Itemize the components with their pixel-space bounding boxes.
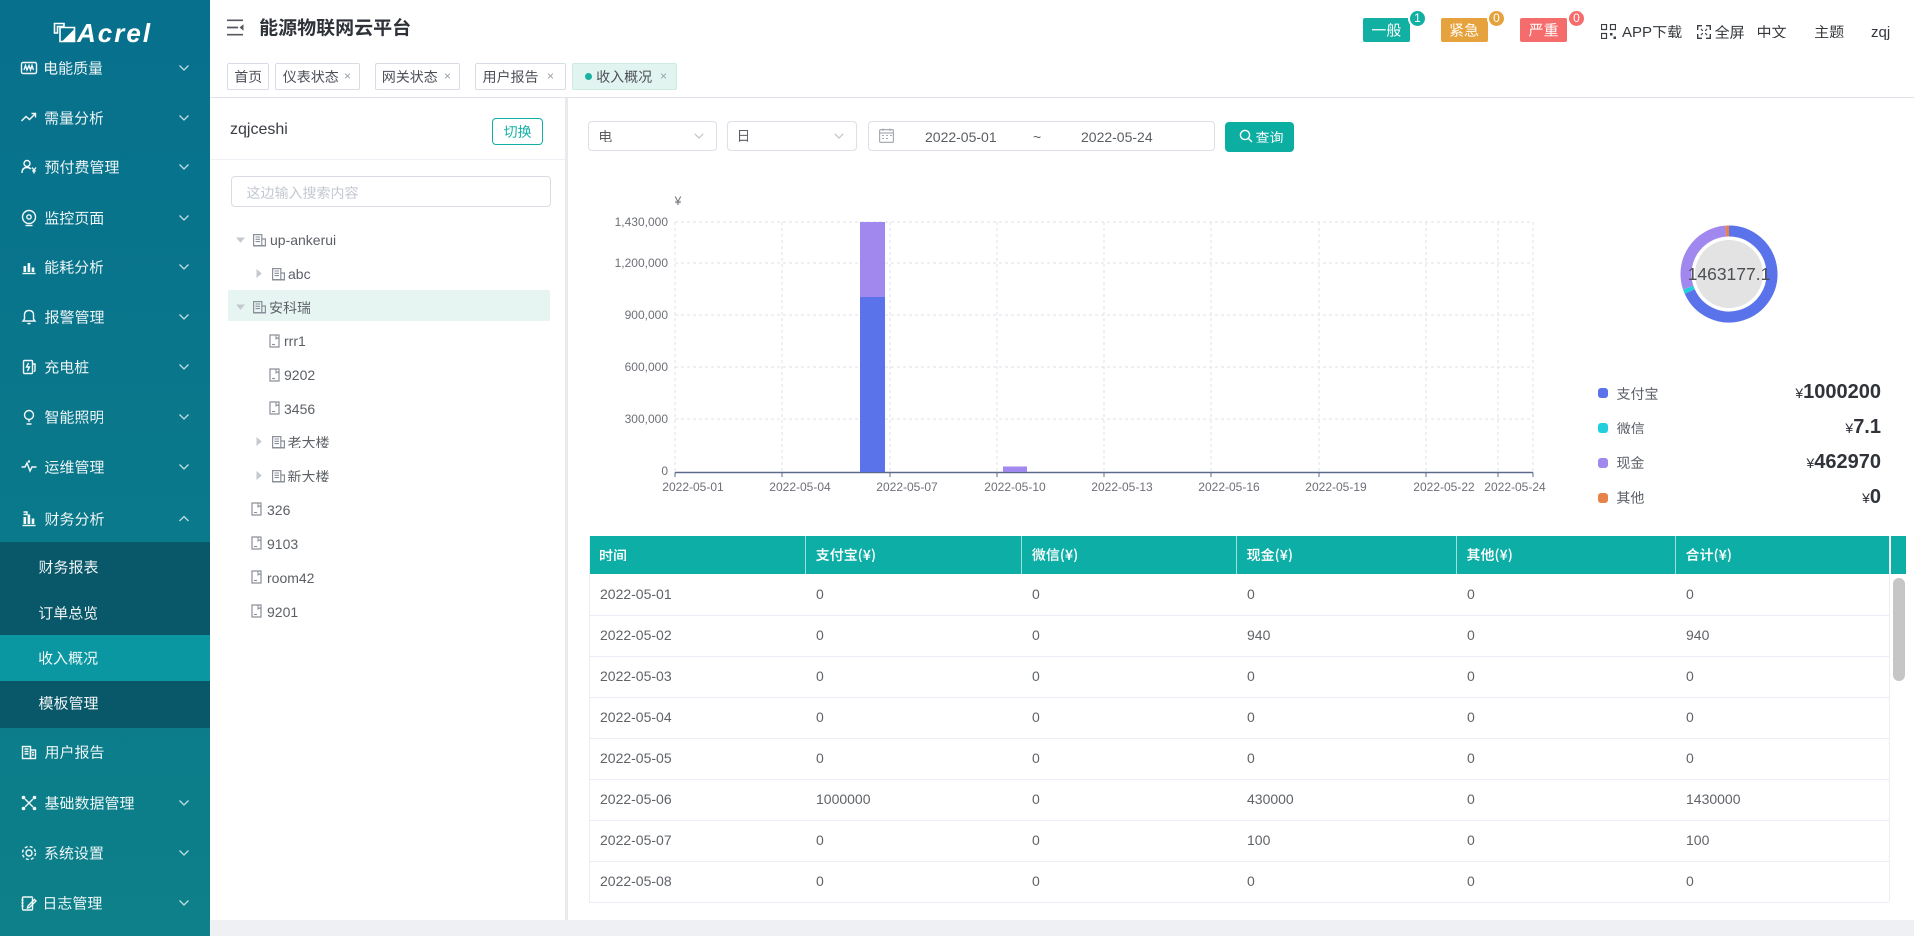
svg-text:2022-05-19: 2022-05-19 bbox=[1305, 480, 1367, 494]
svg-text:600,000: 600,000 bbox=[625, 360, 669, 374]
svg-text:2022-05-16: 2022-05-16 bbox=[1198, 480, 1260, 494]
svg-text:0: 0 bbox=[661, 464, 668, 478]
svg-text:2022-05-04: 2022-05-04 bbox=[769, 480, 831, 494]
svg-text:2022-05-01: 2022-05-01 bbox=[662, 480, 724, 494]
svg-text:300,000: 300,000 bbox=[625, 412, 669, 426]
svg-text:900,000: 900,000 bbox=[625, 308, 669, 322]
svg-text:2022-05-13: 2022-05-13 bbox=[1091, 480, 1153, 494]
svg-text:2022-05-22: 2022-05-22 bbox=[1413, 480, 1475, 494]
svg-text:1,430,000: 1,430,000 bbox=[615, 215, 669, 229]
svg-text:2022-05-24: 2022-05-24 bbox=[1484, 480, 1546, 494]
svg-text:2022-05-07: 2022-05-07 bbox=[876, 480, 938, 494]
svg-text:2022-05-10: 2022-05-10 bbox=[984, 480, 1046, 494]
svg-text:1,200,000: 1,200,000 bbox=[615, 256, 669, 270]
svg-text:¥: ¥ bbox=[674, 194, 682, 208]
svg-text:1463177.1: 1463177.1 bbox=[1688, 264, 1771, 284]
